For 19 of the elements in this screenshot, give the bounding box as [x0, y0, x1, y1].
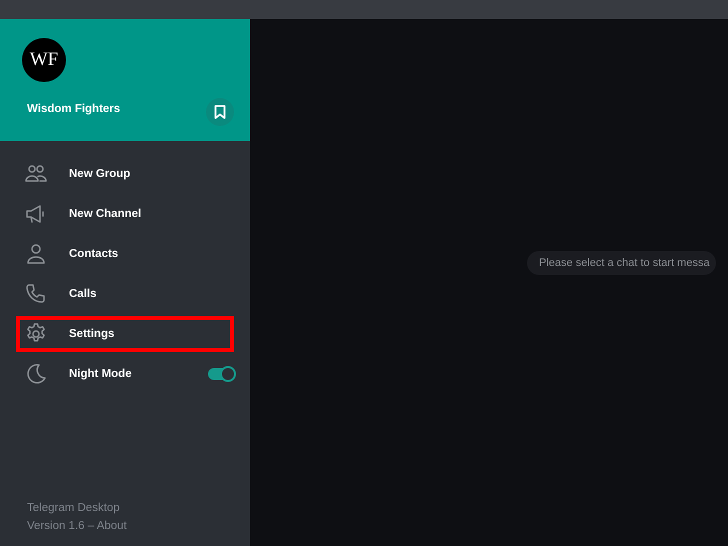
menu-label: Contacts: [69, 248, 120, 260]
menu-label: Settings: [69, 328, 116, 340]
menu-item[interactable]: Contacts: [0, 234, 250, 274]
menu-item[interactable]: Calls: [0, 274, 250, 314]
bookmark-button[interactable]: [206, 98, 234, 126]
menu-item[interactable]: New Channel: [0, 194, 250, 234]
night-mode-toggle[interactable]: [208, 368, 234, 380]
menu-label: Night Mode: [69, 368, 133, 380]
menu-item[interactable]: Settings: [14, 314, 236, 354]
menu-item[interactable]: New Group: [0, 154, 250, 194]
avatar[interactable]: WF: [22, 38, 66, 82]
bookmark-icon: [214, 105, 226, 119]
menu-label: New Channel: [69, 208, 142, 220]
app-name: Telegram Desktop: [27, 502, 121, 514]
empty-chat-message: Please select a chat to start messa: [527, 251, 716, 275]
menu-item[interactable]: Night Mode: [0, 354, 250, 394]
profile-name: Wisdom Fighters: [27, 103, 120, 115]
menu-label: Calls: [69, 288, 98, 300]
menu-label: New Group: [69, 168, 132, 180]
